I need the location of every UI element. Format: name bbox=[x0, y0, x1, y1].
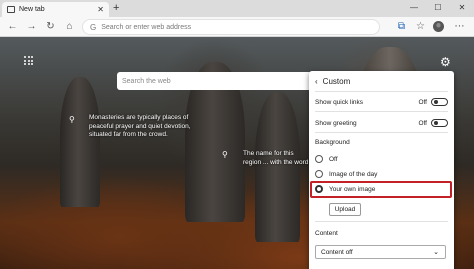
back-arrow-icon[interactable]: ← bbox=[5, 19, 20, 34]
collections-icon[interactable]: ⧉ bbox=[394, 19, 409, 34]
radio-button[interactable] bbox=[315, 170, 323, 178]
tab-new-tab[interactable]: New tab ✕ bbox=[2, 2, 109, 17]
more-menu-icon[interactable]: ⋯ bbox=[452, 19, 467, 34]
upload-button[interactable]: Upload bbox=[329, 203, 361, 216]
tab-close-icon[interactable]: ✕ bbox=[97, 5, 104, 14]
forward-arrow-icon[interactable]: → bbox=[24, 19, 39, 34]
address-placeholder: Search or enter web address bbox=[101, 23, 192, 31]
background-option-label: Image of the day bbox=[329, 170, 378, 178]
favorites-icon[interactable]: ☆ bbox=[413, 19, 428, 34]
tab-label: New tab bbox=[19, 6, 45, 13]
back-chevron-icon[interactable]: ‹ bbox=[315, 77, 318, 86]
new-tab-button[interactable]: + bbox=[113, 2, 119, 15]
selection-highlight-box bbox=[310, 181, 452, 198]
tab-favicon-icon bbox=[7, 6, 15, 13]
background-section-label: Background bbox=[315, 139, 350, 146]
rock-formation bbox=[60, 77, 100, 207]
panel-header: ‹ Custom bbox=[315, 77, 350, 86]
toolbar: ← → ↻ ⌂ G Search or enter web address ⧉ … bbox=[0, 17, 474, 37]
image-caption-left: Monasteries are typically places of peac… bbox=[89, 114, 191, 138]
minimize-button[interactable]: — bbox=[402, 0, 426, 17]
divider bbox=[315, 132, 448, 133]
show-greeting-row: Show greeting Off bbox=[315, 118, 448, 128]
divider bbox=[315, 111, 448, 112]
background-option-label: Off bbox=[329, 155, 338, 163]
close-window-button[interactable]: ✕ bbox=[450, 0, 474, 17]
chevron-down-icon: ⌄ bbox=[433, 249, 439, 256]
divider bbox=[315, 221, 448, 222]
show-quick-links-toggle[interactable] bbox=[431, 98, 448, 106]
show-greeting-label: Show greeting bbox=[315, 119, 357, 127]
panel-title: Custom bbox=[322, 77, 351, 86]
home-icon[interactable]: ⌂ bbox=[62, 19, 77, 34]
page-settings-gear-icon[interactable]: ⚙ bbox=[440, 55, 451, 69]
show-quick-links-row: Show quick links Off bbox=[315, 97, 448, 107]
content-dropdown[interactable]: Content off ⌄ bbox=[315, 245, 446, 259]
search-icon: G bbox=[90, 22, 97, 32]
maximize-button[interactable]: ☐ bbox=[426, 0, 450, 17]
rock-formation bbox=[255, 92, 300, 242]
web-search-input[interactable]: Search the web bbox=[117, 72, 312, 90]
radio-button[interactable] bbox=[315, 155, 323, 163]
location-pin-icon[interactable]: ⚲ bbox=[69, 115, 75, 124]
divider bbox=[315, 91, 448, 92]
background-option-off[interactable]: Off bbox=[315, 153, 338, 165]
image-caption-right: The name for this region ... with the wo… bbox=[243, 150, 309, 166]
custom-settings-panel: ‹ Custom Show quick links Off Show greet… bbox=[309, 71, 454, 269]
show-quick-links-label: Show quick links bbox=[315, 98, 364, 106]
background-option-image-of-the-day[interactable]: Image of the day bbox=[315, 168, 377, 180]
content-dropdown-value: Content off bbox=[321, 248, 353, 256]
refresh-icon[interactable]: ↻ bbox=[43, 19, 58, 34]
location-pin-icon[interactable]: ⚲ bbox=[222, 150, 228, 159]
title-bar: New tab ✕ + — ☐ ✕ bbox=[0, 0, 474, 17]
web-search-placeholder: Search the web bbox=[122, 77, 171, 85]
apps-grid-icon[interactable] bbox=[24, 56, 33, 65]
profile-avatar[interactable] bbox=[433, 21, 444, 32]
address-bar[interactable]: G Search or enter web address bbox=[82, 19, 380, 35]
content-section-label: Content bbox=[315, 230, 338, 237]
window-controls: — ☐ ✕ bbox=[402, 0, 474, 17]
show-greeting-toggle[interactable] bbox=[431, 119, 448, 127]
show-greeting-state: Off bbox=[418, 119, 427, 127]
show-quick-links-state: Off bbox=[418, 98, 427, 106]
